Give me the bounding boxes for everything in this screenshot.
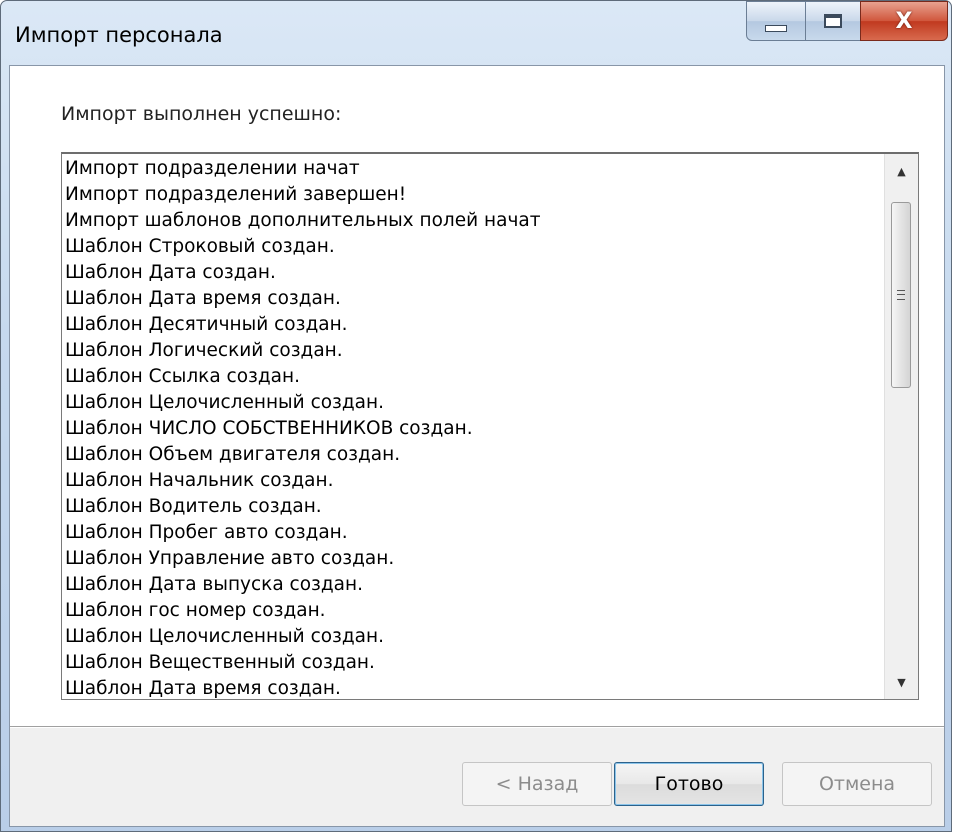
cancel-button[interactable]: Отмена [782,762,932,806]
import-dialog-window: Импорт персонала X Импорт выполнен успеш… [0,0,952,832]
scroll-down-button[interactable]: ▼ [885,665,918,699]
log-line: Шаблон Пробег авто создан. [65,522,348,543]
vertical-scrollbar[interactable]: ▲ ▼ [884,154,918,699]
log-line: Шаблон Дата создан. [65,262,276,283]
minimize-button[interactable] [746,1,806,41]
log-line: Шаблон ЧИСЛО СОБСТВЕННИКОВ создан. [65,418,473,439]
log-line: Шаблон Водитель создан. [65,496,322,517]
scroll-up-button[interactable]: ▲ [885,154,918,188]
done-button[interactable]: Готово [614,762,764,806]
log-line: Шаблон Вещественный создан. [65,652,375,673]
log-line: Шаблон Логический создан. [65,340,343,361]
minimize-icon [765,24,787,32]
log-lines: Импорт подразделении начат Импорт подразд… [65,156,875,699]
log-line: Шаблон Ссылка создан. [65,366,300,387]
import-log-textarea[interactable]: Импорт подразделении начат Импорт подразд… [61,152,919,700]
title-bar[interactable]: Импорт персонала X [1,1,951,65]
maximize-button[interactable] [805,1,861,41]
close-icon: X [895,8,913,34]
content-panel: Импорт выполнен успешно: Импорт подразде… [10,66,944,726]
window-title: Импорт персонала [15,23,223,47]
log-line: Шаблон Десятичный создан. [65,314,348,335]
log-line: Шаблон Объем двигателя создан. [65,444,401,465]
log-line: Шаблон Дата время создан. [65,288,341,309]
log-line: Шаблон Управление авто создан. [65,548,395,569]
log-line: Шаблон Начальник создан. [65,470,334,491]
log-line: Импорт шаблонов дополнительных полей нач… [65,210,541,231]
arrow-up-icon: ▲ [897,164,906,178]
button-bar: < Назад Готово Отмена [10,728,944,826]
log-line: Шаблон Целочисленный создан. [65,626,384,647]
grip-icon [897,290,905,300]
close-button[interactable]: X [860,1,948,41]
scroll-thumb[interactable] [891,202,911,388]
log-line: Шаблон Строковый создан. [65,236,335,257]
log-line: Шаблон Целочисленный создан. [65,392,384,413]
log-line: Импорт подразделений завершен! [65,184,407,205]
result-heading: Импорт выполнен успешно: [61,103,342,125]
dialog-client-area: Импорт выполнен успешно: Импорт подразде… [9,65,945,827]
maximize-icon [824,14,842,28]
log-line: Шаблон Дата выпуска создан. [65,574,363,595]
log-line: Шаблон Дата время создан. [65,678,341,699]
back-button[interactable]: < Назад [462,762,612,806]
log-line: Шаблон гос номер создан. [65,600,326,621]
log-line: Импорт подразделении начат [65,158,360,179]
arrow-down-icon: ▼ [897,675,906,689]
